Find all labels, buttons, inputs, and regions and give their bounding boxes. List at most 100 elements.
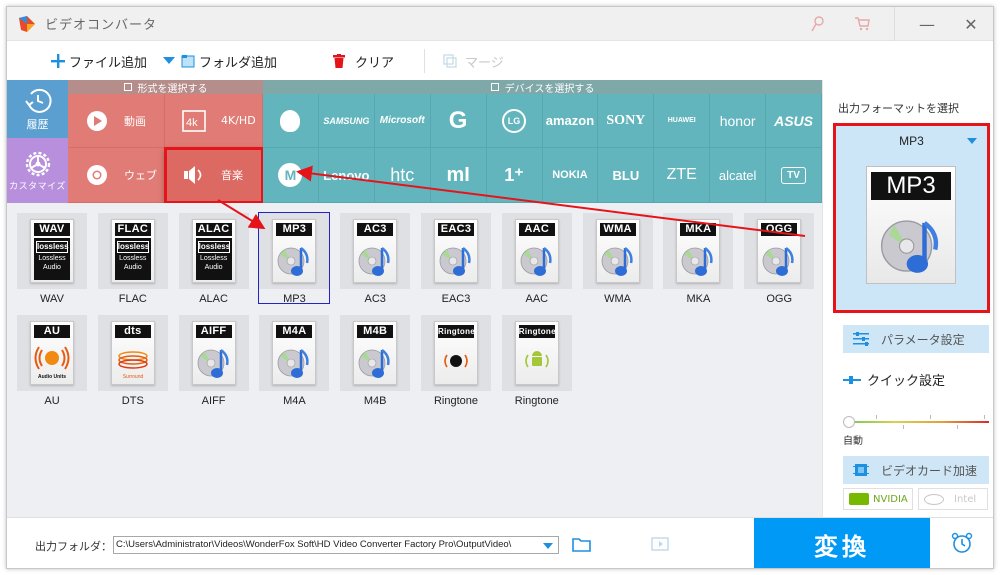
- device-honor[interactable]: honor: [710, 94, 767, 148]
- device-logo-lenovo: Lenovo: [323, 167, 370, 183]
- format-icon: ALAC lossless Lossless Audio: [191, 219, 236, 283]
- nvidia-button[interactable]: NVIDIA: [843, 488, 913, 510]
- video-folder-icon[interactable]: [651, 536, 669, 556]
- add-folder-button[interactable]: フォルダ追加: [181, 41, 277, 81]
- customize-label: カスタマイズ: [9, 182, 66, 192]
- device-lenovo[interactable]: Lenovo: [318, 148, 375, 203]
- format-icon: M4A: [272, 321, 317, 385]
- output-folder-field[interactable]: C:\Users\Administrator\Videos\WonderFox …: [113, 536, 559, 554]
- clear-button[interactable]: クリア: [333, 41, 394, 81]
- device-logo-tv: TV: [781, 166, 806, 184]
- output-format-selector[interactable]: MP3 MP3: [833, 123, 990, 313]
- format-tile-wav[interactable]: WAV lossless Lossless Audio WAV: [17, 213, 87, 313]
- format-tile-aac[interactable]: AAC AAC: [501, 213, 572, 313]
- format-tile-m4b[interactable]: M4B M4B: [340, 315, 411, 415]
- convert-button[interactable]: 変換: [754, 518, 930, 568]
- device-tv[interactable]: TV: [766, 148, 822, 203]
- svg-text:Surround: Surround: [123, 374, 144, 380]
- device-sony[interactable]: SONY: [598, 94, 655, 148]
- format-badge: Ringtone: [518, 325, 556, 338]
- alarm-clock-icon[interactable]: [951, 532, 973, 558]
- category-4k-hd[interactable]: 4k 4K/HD: [165, 94, 263, 148]
- device-blu[interactable]: BLU: [598, 148, 655, 203]
- format-icon: AAC: [514, 219, 559, 283]
- history-button[interactable]: 履歴: [7, 80, 68, 138]
- format-icon: WAV lossless Lossless Audio: [30, 219, 74, 283]
- format-icon: AIFF: [191, 321, 236, 385]
- device-amazon[interactable]: amazon: [542, 94, 599, 148]
- open-folder-icon[interactable]: [572, 536, 592, 556]
- format-tile-wma[interactable]: WMA WMA: [582, 213, 653, 313]
- toolbar: ファイル追加 フォルダ追加 クリア マージ: [7, 41, 993, 81]
- device-zte[interactable]: ZTE: [654, 148, 711, 203]
- format-tile-mp3[interactable]: MP3 MP3: [258, 212, 331, 313]
- lossless-audio-icon: lossless Lossless Audio: [195, 238, 232, 280]
- quality-slider[interactable]: 自動: [843, 415, 989, 447]
- format-tile-ringtone[interactable]: Ringtone Ringtone: [501, 315, 572, 415]
- device-1-[interactable]: 1⁺: [486, 148, 543, 203]
- format-tile-mka[interactable]: MKA MKA: [663, 213, 734, 313]
- format-name: DTS: [121, 395, 144, 407]
- device-mi[interactable]: mI: [430, 148, 487, 203]
- format-tile-ac3[interactable]: AC3 AC3: [340, 213, 411, 313]
- app-logo-icon: [17, 14, 37, 34]
- device-lg[interactable]: LG: [486, 94, 543, 148]
- format-tile-eac3[interactable]: EAC3 EAC3: [421, 213, 491, 313]
- device-alcatel[interactable]: alcatel: [710, 148, 767, 203]
- format-name: FLAC: [118, 293, 147, 305]
- disc-music-icon: [358, 247, 390, 276]
- device-htc[interactable]: htc: [374, 148, 431, 203]
- device-apple[interactable]: [263, 94, 319, 148]
- format-badge: AAC: [518, 223, 555, 236]
- format-name: WMA: [604, 293, 632, 305]
- device-logo-apple: [280, 109, 301, 132]
- format-tile-ogg[interactable]: OGG OGG: [744, 213, 815, 313]
- format-tile-flac[interactable]: FLAC lossless Lossless Audio FLAC: [97, 213, 168, 313]
- format-name: Ringtone: [433, 395, 479, 407]
- output-folder-dropdown[interactable]: [543, 543, 553, 549]
- category-web[interactable]: ウェブ: [68, 148, 165, 203]
- speaker-icon: [181, 162, 207, 188]
- format-header-icon: [123, 83, 132, 91]
- device-microsoft[interactable]: Microsoft: [374, 94, 431, 148]
- minimize-button[interactable]: —: [905, 7, 949, 41]
- merge-button[interactable]: マージ: [443, 41, 504, 81]
- intel-button[interactable]: Intel: [918, 488, 988, 510]
- close-button[interactable]: ✕: [949, 7, 993, 41]
- device-motorola[interactable]: M: [263, 148, 319, 203]
- device-section: デバイスを選択する SAMSUNG Microsoft G LG amazon SONY H…: [263, 80, 822, 203]
- history-label: 履歴: [26, 118, 49, 131]
- format-icon: MKA: [676, 219, 721, 283]
- slider-handle[interactable]: [843, 416, 855, 428]
- format-name: M4A: [283, 395, 306, 407]
- add-file-button[interactable]: ファイル追加: [51, 41, 147, 81]
- add-file-dropdown[interactable]: [163, 41, 176, 81]
- device-nokia[interactable]: NOKIA: [542, 148, 599, 203]
- customize-button[interactable]: カスタマイズ: [7, 138, 68, 203]
- format-tile-m4a[interactable]: M4A M4A: [259, 315, 330, 415]
- device-huawei[interactable]: HUAWEI: [654, 94, 711, 148]
- key-icon[interactable]: [796, 7, 840, 41]
- device-samsung[interactable]: SAMSUNG: [318, 94, 375, 148]
- cart-icon[interactable]: [840, 7, 884, 41]
- format-tile-ringtone[interactable]: Ringtone Ringtone: [421, 315, 491, 415]
- format-tile-aiff[interactable]: AIFF AIFF: [178, 315, 249, 415]
- parameter-settings-button[interactable]: パラメータ設定: [843, 325, 989, 353]
- device-logo-g: G: [448, 106, 468, 134]
- selected-format-icon: MP3: [866, 166, 956, 284]
- format-icon: AU Audio Units: [30, 321, 74, 385]
- dropdown-arrow-icon[interactable]: [967, 138, 977, 144]
- gpu-acceleration-button[interactable]: ビデオカード加速: [843, 456, 989, 484]
- format-name: AC3: [364, 293, 386, 305]
- device-asus[interactable]: ASUS: [766, 94, 822, 148]
- format-tile-dts[interactable]: dts Surround DTS: [97, 315, 168, 415]
- device-g[interactable]: G: [430, 94, 487, 148]
- format-badge: M4B: [357, 325, 394, 338]
- app-window: ビデオコンバータ — ✕ ファイル追加 フォルダ追加 クリア マージ 履歴 カス…: [6, 6, 994, 569]
- format-tile-au[interactable]: AU Audio Units AU: [17, 315, 87, 415]
- device-logo-1-: 1⁺: [504, 164, 524, 185]
- format-tile-alac[interactable]: ALAC lossless Lossless Audio ALAC: [178, 213, 249, 313]
- category-video[interactable]: 動画: [68, 94, 165, 148]
- format-icon: M4B: [353, 321, 398, 385]
- category-music[interactable]: 音楽: [164, 147, 264, 204]
